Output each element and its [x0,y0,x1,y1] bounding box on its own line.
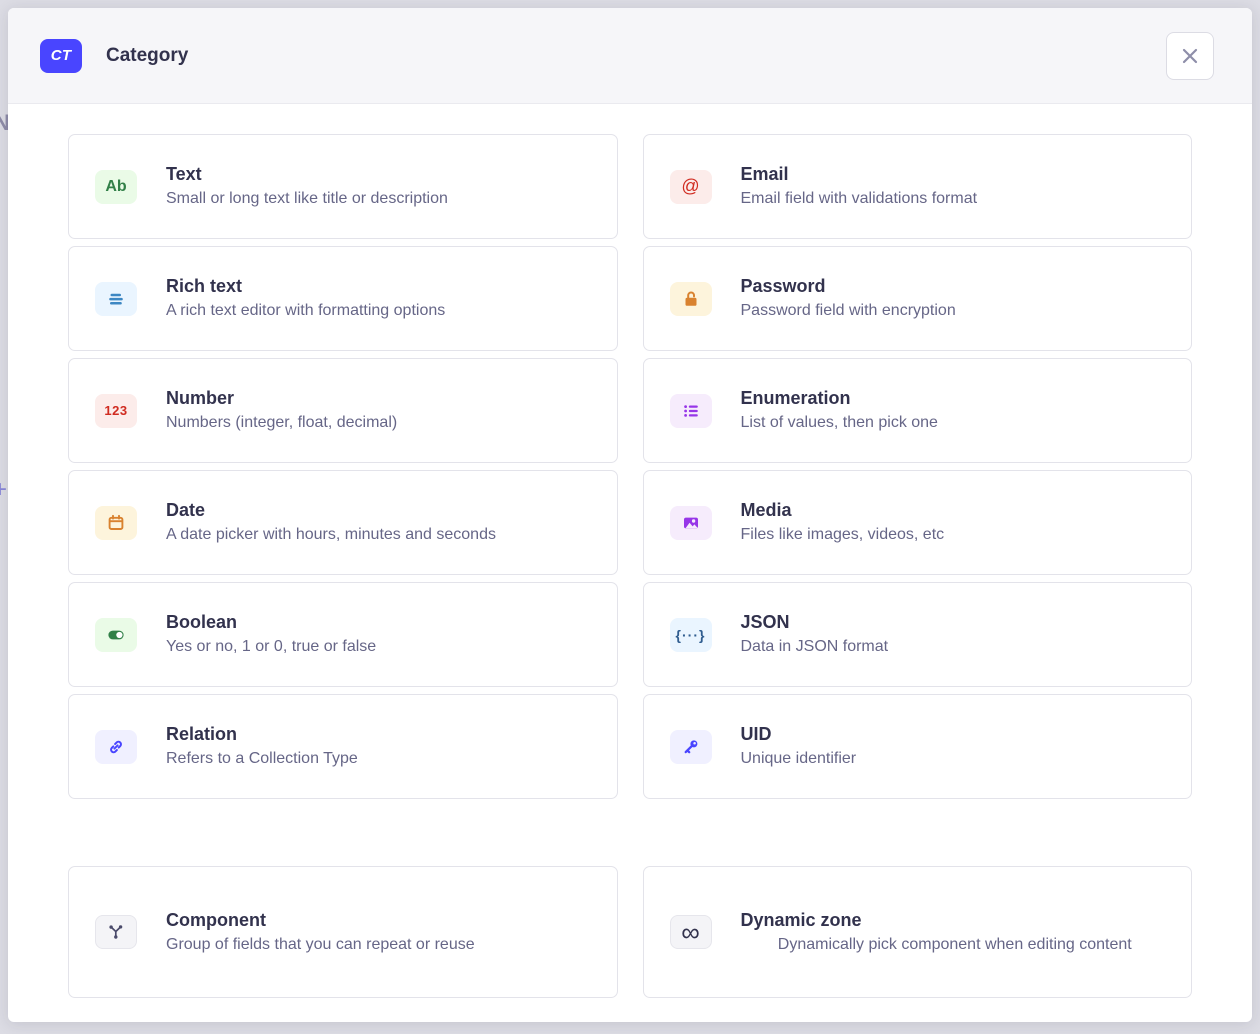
component-network-icon [95,915,137,949]
field-card-boolean[interactable]: Boolean Yes or no, 1 or 0, true or false [68,582,618,687]
field-description: List of values, then pick one [741,412,1170,434]
field-description: Data in JSON format [741,636,1170,658]
field-description: Unique identifier [741,748,1170,770]
field-card-number[interactable]: 123 Number Numbers (integer, float, deci… [68,358,618,463]
field-title: Email [741,163,1170,186]
field-title: Rich text [166,275,595,298]
field-title: Relation [166,723,595,746]
field-title: Password [741,275,1170,298]
field-card-rich-text[interactable]: Rich text A rich text editor with format… [68,246,618,351]
field-card-enumeration[interactable]: Enumeration List of values, then pick on… [643,358,1193,463]
field-card-text[interactable]: Ab Text Small or long text like title or… [68,134,618,239]
backdrop-peek-plus: + [0,476,7,504]
link-icon [95,730,137,764]
field-title: Date [166,499,595,522]
field-title: Text [166,163,595,186]
field-description: Numbers (integer, float, decimal) [166,412,595,434]
field-description: Group of fields that you can repeat or r… [166,934,595,956]
at-sign-icon: @ [670,170,712,204]
fields-grid: Ab Text Small or long text like title or… [68,134,1192,799]
field-description: Files like images, videos, etc [741,524,1170,546]
field-card-json[interactable]: {···} JSON Data in JSON format [643,582,1193,687]
field-title: JSON [741,611,1170,634]
lock-icon [670,282,712,316]
json-braces-icon: {···} [670,618,712,652]
field-card-uid[interactable]: UID Unique identifier [643,694,1193,799]
select-field-modal: CT Category Ab Text Small or long text l… [8,8,1252,1022]
field-title: Component [166,909,595,932]
close-icon [1181,47,1199,65]
field-description: Dynamically pick component when editing … [741,934,1170,956]
field-card-dynamic-zone[interactable]: ∞ Dynamic zone Dynamically pick componen… [643,866,1193,998]
modal-header: CT Category [8,8,1252,104]
field-title: UID [741,723,1170,746]
advanced-fields-grid: Component Group of fields that you can r… [68,866,1192,998]
field-title: Media [741,499,1170,522]
field-description: Password field with encryption [741,300,1170,322]
field-card-relation[interactable]: Relation Refers to a Collection Type [68,694,618,799]
field-description: A date picker with hours, minutes and se… [166,524,595,546]
123-icon: 123 [95,394,137,428]
field-description: Yes or no, 1 or 0, true or false [166,636,595,658]
field-description: Email field with validations format [741,188,1170,210]
field-type-list: Ab Text Small or long text like title or… [8,104,1252,1022]
field-description: Refers to a Collection Type [166,748,595,770]
field-title: Number [166,387,595,410]
key-icon [670,730,712,764]
calendar-icon [95,506,137,540]
close-button[interactable] [1166,32,1214,80]
field-card-component[interactable]: Component Group of fields that you can r… [68,866,618,998]
field-title: Dynamic zone [741,909,1170,932]
field-card-email[interactable]: @ Email Email field with validations for… [643,134,1193,239]
text-lines-icon [95,282,137,316]
modal-title: Category [106,45,188,67]
collection-type-badge: CT [40,39,82,73]
field-description: A rich text editor with formatting optio… [166,300,595,322]
toggle-on-icon [95,618,137,652]
ab-text-icon: Ab [95,170,137,204]
infinity-icon: ∞ [670,915,712,949]
bullet-list-icon [670,394,712,428]
field-card-media[interactable]: Media Files like images, videos, etc [643,470,1193,575]
image-icon [670,506,712,540]
field-description: Small or long text like title or descrip… [166,188,595,210]
field-title: Enumeration [741,387,1170,410]
field-title: Boolean [166,611,595,634]
field-card-password[interactable]: Password Password field with encryption [643,246,1193,351]
field-card-date[interactable]: Date A date picker with hours, minutes a… [68,470,618,575]
